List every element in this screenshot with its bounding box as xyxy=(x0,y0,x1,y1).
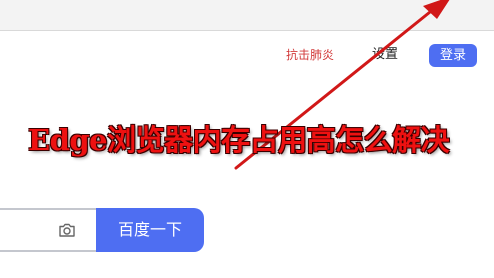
search-input[interactable] xyxy=(0,208,96,252)
settings-link[interactable]: 设置 xyxy=(372,46,398,64)
overlay-title: Edge浏览器内存占用高怎么解决 xyxy=(28,123,450,157)
login-button[interactable]: 登录 xyxy=(429,44,477,67)
browser-top-bar xyxy=(0,0,494,31)
search-submit-button[interactable]: 百度一下 xyxy=(96,208,204,252)
camera-icon[interactable] xyxy=(58,221,76,239)
hot-topic-link[interactable]: 抗击肺炎 xyxy=(286,47,334,63)
